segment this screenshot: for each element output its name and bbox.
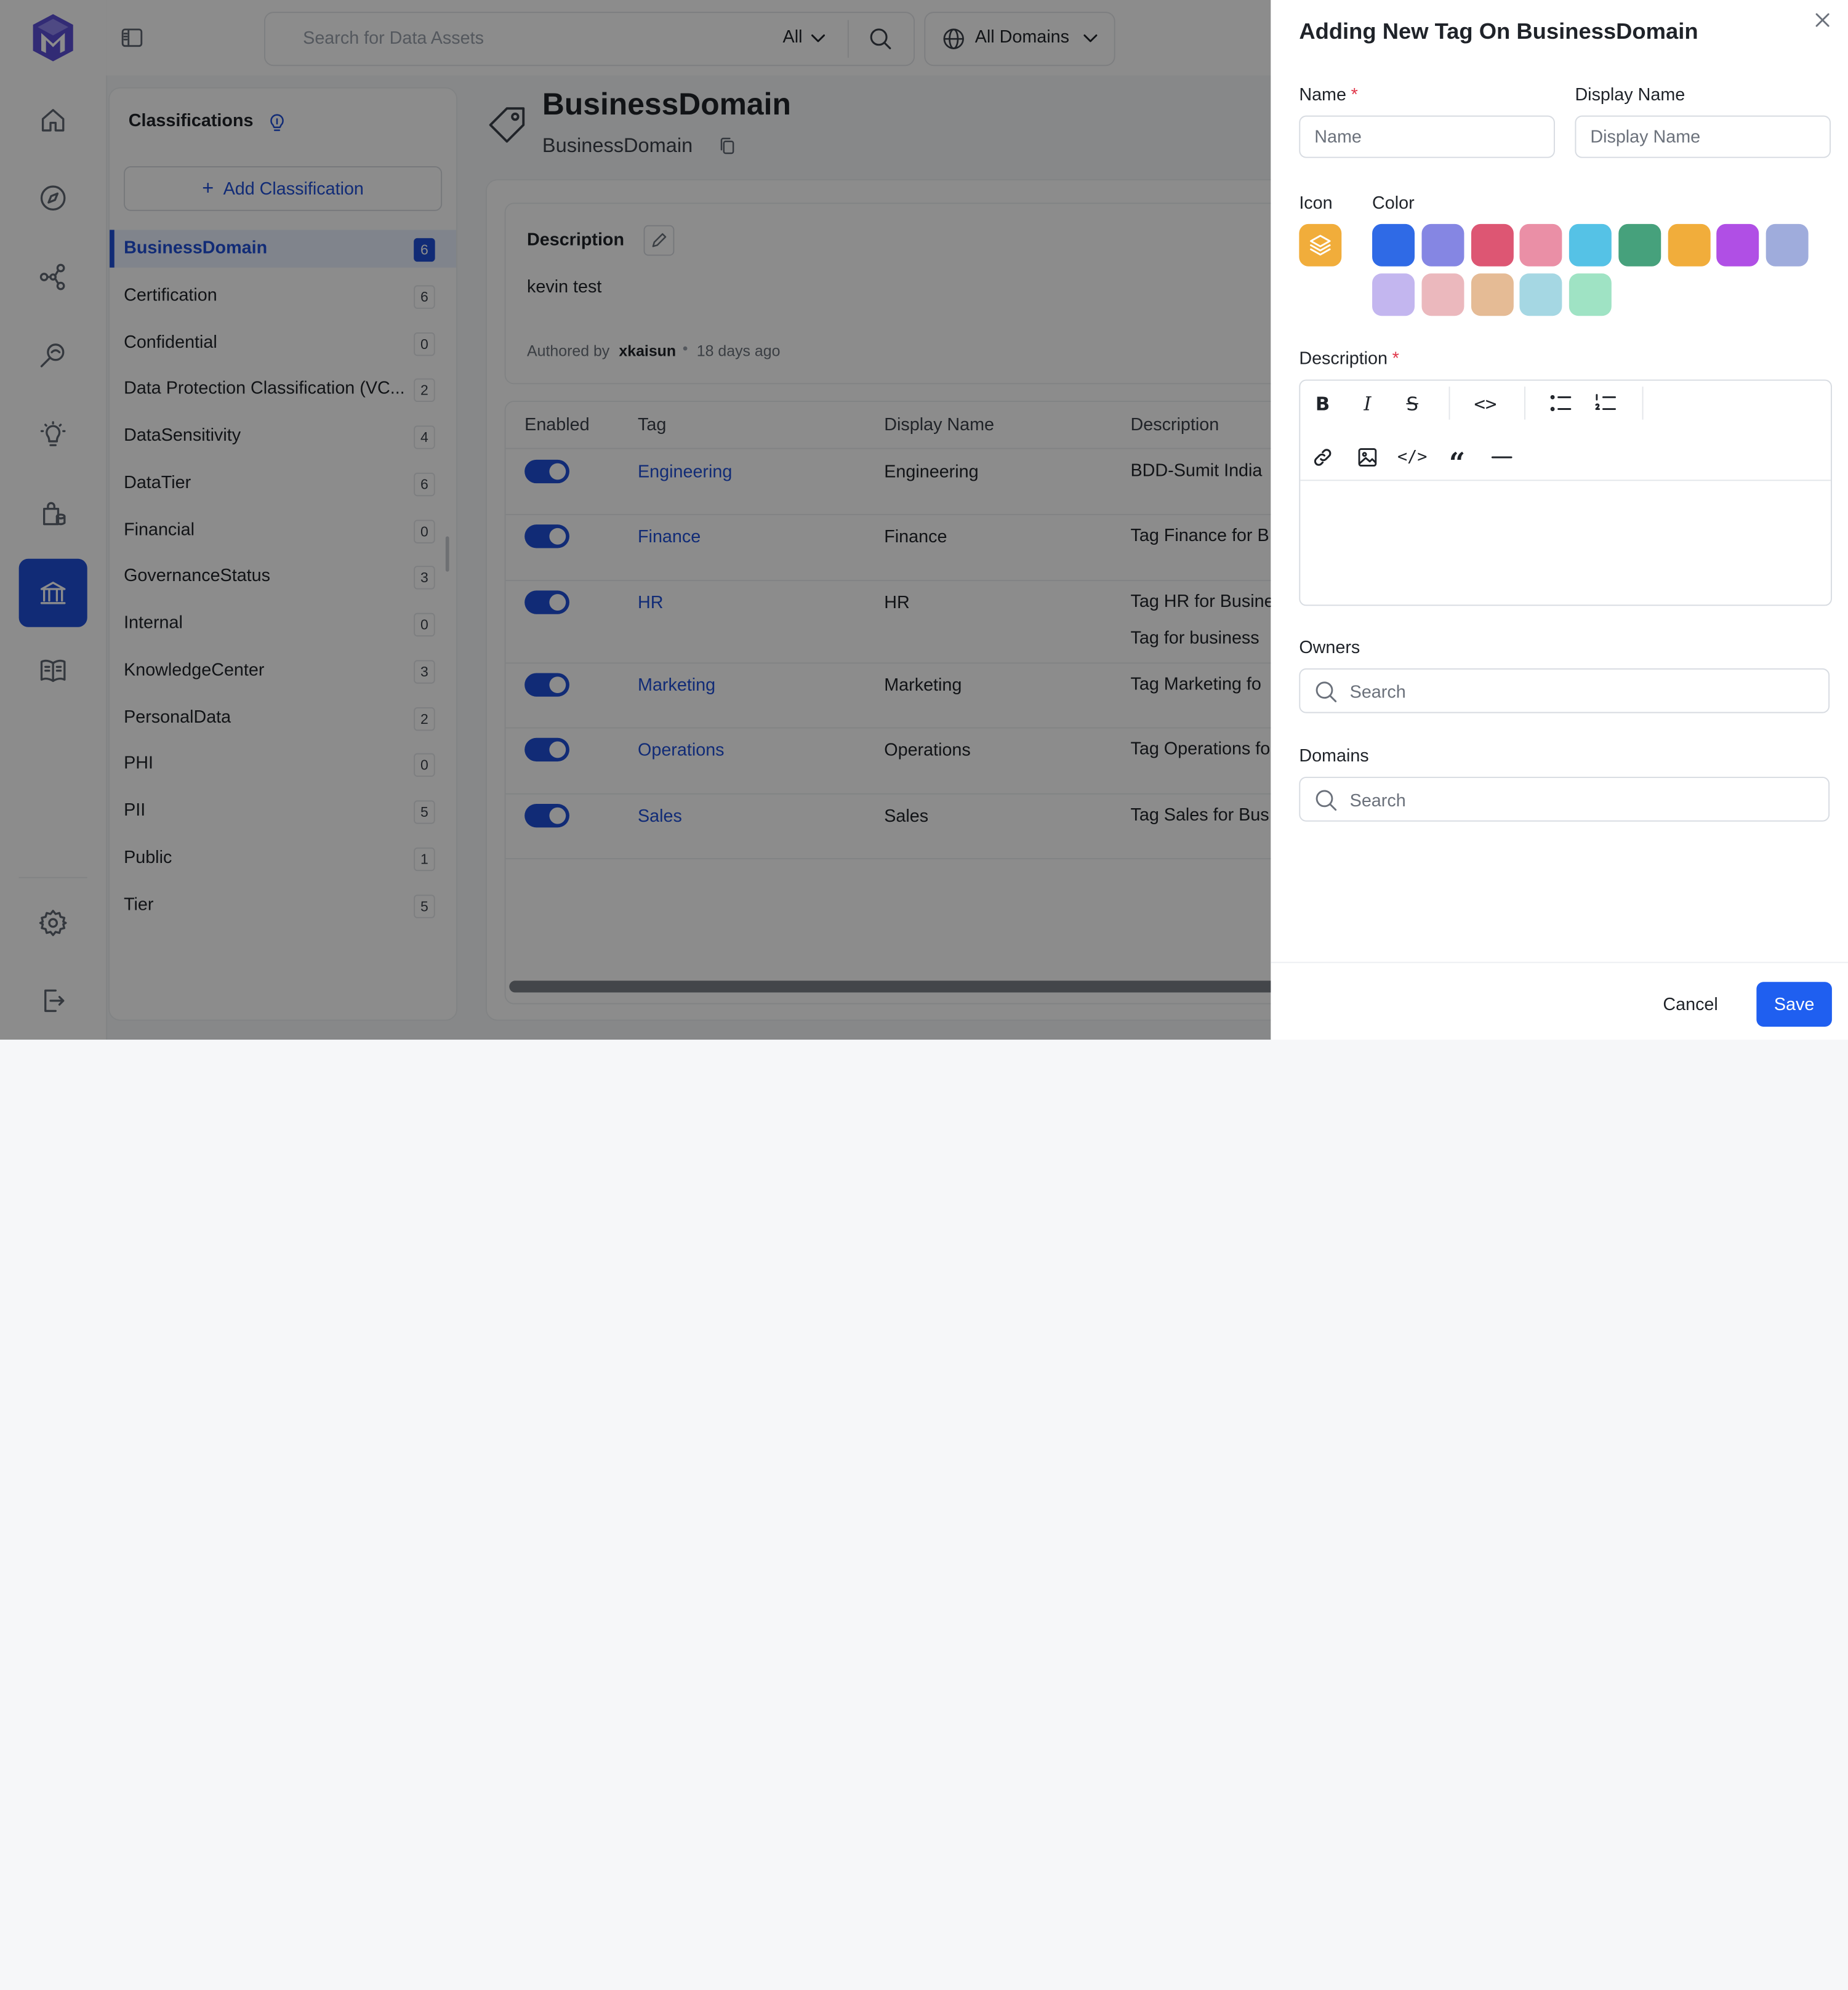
bullet-list-icon[interactable] — [1548, 390, 1573, 416]
strikethrough-icon[interactable]: S — [1399, 390, 1425, 416]
owners-search-input[interactable] — [1347, 669, 1824, 715]
search-icon — [1316, 681, 1337, 702]
description-label: Description * — [1299, 348, 1399, 369]
name-label: Name * — [1299, 84, 1358, 105]
color-swatch[interactable] — [1372, 273, 1415, 316]
color-swatch[interactable] — [1618, 223, 1661, 267]
color-swatch[interactable] — [1766, 223, 1809, 267]
code-block-icon[interactable]: </> — [1397, 444, 1427, 470]
close-icon[interactable] — [1812, 9, 1833, 30]
drawer-title: Adding New Tag On BusinessDomain — [1299, 20, 1698, 45]
image-icon[interactable] — [1354, 444, 1380, 470]
cancel-button[interactable]: Cancel — [1645, 983, 1735, 1025]
layers-icon — [1310, 235, 1331, 256]
display-name-input[interactable] — [1575, 115, 1831, 158]
color-swatch[interactable] — [1667, 223, 1710, 267]
owners-label: Owners — [1299, 638, 1360, 658]
color-swatch[interactable] — [1569, 273, 1612, 316]
drawer-footer-divider — [1271, 961, 1848, 963]
description-editor-content[interactable] — [1300, 481, 1831, 603]
description-rich-text-editor: B I S <> </> “ — [1299, 379, 1832, 606]
name-input[interactable] — [1299, 115, 1555, 158]
domains-search-input[interactable] — [1347, 777, 1824, 823]
toolbar-divider — [1448, 387, 1450, 420]
save-button[interactable]: Save — [1756, 982, 1832, 1027]
modal-backdrop[interactable] — [0, 0, 1271, 1040]
inline-code-icon[interactable]: <> — [1472, 390, 1498, 416]
color-swatch[interactable] — [1470, 223, 1513, 267]
color-swatch[interactable] — [1716, 223, 1759, 267]
color-swatch[interactable] — [1519, 273, 1562, 316]
display-name-label: Display Name — [1575, 84, 1685, 105]
domains-label: Domains — [1299, 746, 1369, 766]
numbered-list-icon[interactable] — [1593, 390, 1618, 416]
color-swatch[interactable] — [1569, 223, 1612, 267]
icon-label: Icon — [1299, 193, 1333, 214]
horizontal-rule-icon[interactable] — [1489, 444, 1515, 470]
color-swatch[interactable] — [1421, 273, 1464, 316]
bold-icon[interactable]: B — [1310, 390, 1336, 416]
color-swatch[interactable] — [1470, 273, 1513, 316]
color-swatch[interactable] — [1421, 223, 1464, 267]
toolbar-divider — [1642, 387, 1644, 420]
domains-search-field[interactable] — [1299, 776, 1830, 823]
blockquote-icon[interactable]: “ — [1444, 444, 1470, 479]
color-label: Color — [1372, 193, 1415, 214]
owners-search-field[interactable] — [1299, 668, 1830, 715]
icon-picker-button[interactable] — [1299, 223, 1342, 267]
color-swatch[interactable] — [1372, 223, 1415, 267]
color-swatch[interactable] — [1519, 223, 1562, 267]
italic-icon[interactable]: I — [1354, 390, 1380, 416]
toolbar-divider — [1524, 387, 1526, 420]
add-tag-drawer: Adding New Tag On BusinessDomain Name* D… — [1271, 0, 1848, 1040]
link-icon[interactable] — [1310, 444, 1336, 470]
search-icon — [1316, 790, 1337, 811]
